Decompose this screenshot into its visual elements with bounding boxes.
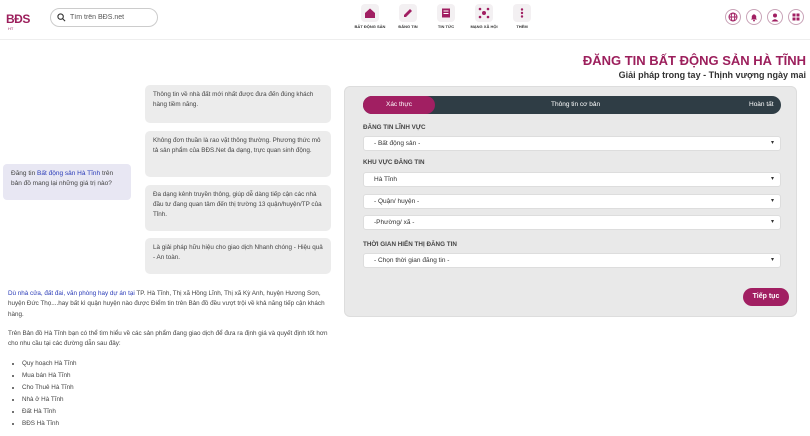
related-link[interactable]: Quy hoạch Hà Tĩnh xyxy=(22,358,77,370)
main-nav: BẤT ĐỘNG SẢN ĐĂNG TIN TIN TỨC MẠNG XÃ HỘ… xyxy=(352,4,542,29)
district-value: - Quận/ huyện - xyxy=(374,198,420,205)
chevron-down-icon: ▾ xyxy=(770,140,774,146)
question-highlight[interactable]: Bất động sản Hà Tĩnh xyxy=(37,170,100,177)
nav-social[interactable]: MẠNG XÃ HỘI xyxy=(466,4,502,29)
social-icon xyxy=(475,4,493,22)
site-logo[interactable]: BĐS HT xyxy=(5,6,39,34)
related-links: Quy hoạch Hà Tĩnh Mua bán Hà Tĩnh Cho Th… xyxy=(22,358,77,430)
search-icon xyxy=(57,13,66,22)
nav-label: TIN TỨC xyxy=(437,24,455,29)
nav-label: BẤT ĐỘNG SẢN xyxy=(354,24,386,29)
chevron-down-icon: ▾ xyxy=(770,219,774,225)
time-value: - Chọn thời gian đăng tin - xyxy=(374,257,450,264)
nav-label: THÊM xyxy=(516,24,528,29)
chevron-down-icon: ▾ xyxy=(770,176,774,182)
area-section-label: KHU VỰC ĐĂNG TIN xyxy=(363,159,425,166)
info-bubble: Đa dạng kênh truyền thông, giúp dễ dàng … xyxy=(145,185,331,231)
search-box[interactable] xyxy=(50,8,158,27)
house-icon xyxy=(361,4,379,22)
related-link[interactable]: Mua bán Hà Tĩnh xyxy=(22,370,77,382)
page-title: ĐĂNG TIN BẤT ĐỘNG SẢN HÀ TĨNH xyxy=(582,53,806,68)
related-link[interactable]: Cho Thuê Hà Tĩnh xyxy=(22,382,77,394)
step-complete[interactable]: Hoàn tất xyxy=(749,96,774,114)
district-select[interactable]: - Quận/ huyện - ▾ xyxy=(363,194,781,209)
globe-icon[interactable] xyxy=(725,9,741,25)
nav-post[interactable]: ĐĂNG TIN xyxy=(390,4,426,29)
related-link[interactable]: BĐS Hà Tĩnh xyxy=(22,418,77,430)
time-section-label: THỜI GIAN HIỂN THỊ ĐĂNG TIN xyxy=(363,241,457,248)
ward-select[interactable]: -Phường/ xã - ▾ xyxy=(363,215,781,230)
menu-icon[interactable] xyxy=(788,9,804,25)
step-verify[interactable]: Xác thực xyxy=(363,96,435,114)
nav-label: ĐĂNG TIN xyxy=(398,24,418,29)
info-bubble: Thông tin về nhà đất mới nhất được đưa đ… xyxy=(145,85,331,123)
content-paragraph-2: Trên Bản đồ Hà Tĩnh bạn có thể tìm hiểu … xyxy=(8,330,328,348)
header: BĐS HT BẤT ĐỘNG SẢN ĐĂNG TIN TIN TỨC MẠN… xyxy=(0,0,810,40)
info-bubble: Không đơn thuần là rao vặt thông thường.… xyxy=(145,131,331,177)
content-paragraph: Dù nhà cửa, đất đai, văn phòng hay dự án… xyxy=(8,289,333,320)
province-select[interactable]: Hà Tĩnh ▾ xyxy=(363,172,781,187)
question-bubble: Đăng tin Bất động sản Hà Tĩnh trên bản đ… xyxy=(3,164,131,200)
category-value: - Bất động sản - xyxy=(374,140,421,147)
ward-value: -Phường/ xã - xyxy=(374,219,415,226)
time-select[interactable]: - Chọn thời gian đăng tin - ▾ xyxy=(363,253,781,268)
chevron-down-icon: ▾ xyxy=(770,198,774,204)
bell-icon[interactable] xyxy=(746,9,762,25)
nav-real-estate[interactable]: BẤT ĐỘNG SẢN xyxy=(352,4,388,29)
post-form-panel: Xác thực Thông tin cơ bản Hoàn tất ĐĂNG … xyxy=(344,86,797,317)
chevron-down-icon: ▾ xyxy=(770,257,774,263)
category-select[interactable]: - Bất động sản - ▾ xyxy=(363,136,781,151)
content-link[interactable]: Dù nhà cửa, đất đai, văn phòng hay dự án… xyxy=(8,290,135,297)
news-icon xyxy=(437,4,455,22)
step-progress-bar: Xác thực Thông tin cơ bản Hoàn tất xyxy=(363,96,781,114)
page-subtitle: Giải pháp trong tay - Thịnh vượng ngày m… xyxy=(618,70,806,80)
logo-text: BĐS xyxy=(6,12,30,26)
nav-label: MẠNG XÃ HỘI xyxy=(470,24,498,29)
search-input[interactable] xyxy=(70,14,156,21)
nav-more[interactable]: THÊM xyxy=(504,4,540,29)
nav-news[interactable]: TIN TỨC xyxy=(428,4,464,29)
related-link[interactable]: Đất Hà Tĩnh xyxy=(22,406,77,418)
user-icon[interactable] xyxy=(767,9,783,25)
post-icon xyxy=(399,4,417,22)
question-prefix: Đăng tin xyxy=(11,170,38,177)
related-link[interactable]: Nhà ở Hà Tĩnh xyxy=(22,394,77,406)
province-value: Hà Tĩnh xyxy=(374,176,398,183)
header-actions xyxy=(720,9,804,25)
more-icon xyxy=(513,4,531,22)
category-section-label: ĐĂNG TIN LĨNH VỰC xyxy=(363,124,426,131)
info-bubble: Là giải pháp hữu hiệu cho giao dịch Nhan… xyxy=(145,238,331,274)
continue-button[interactable]: Tiếp tục xyxy=(743,288,789,306)
step-basic-info[interactable]: Thông tin cơ bản xyxy=(551,96,600,114)
logo-subtext: HT xyxy=(8,26,14,31)
